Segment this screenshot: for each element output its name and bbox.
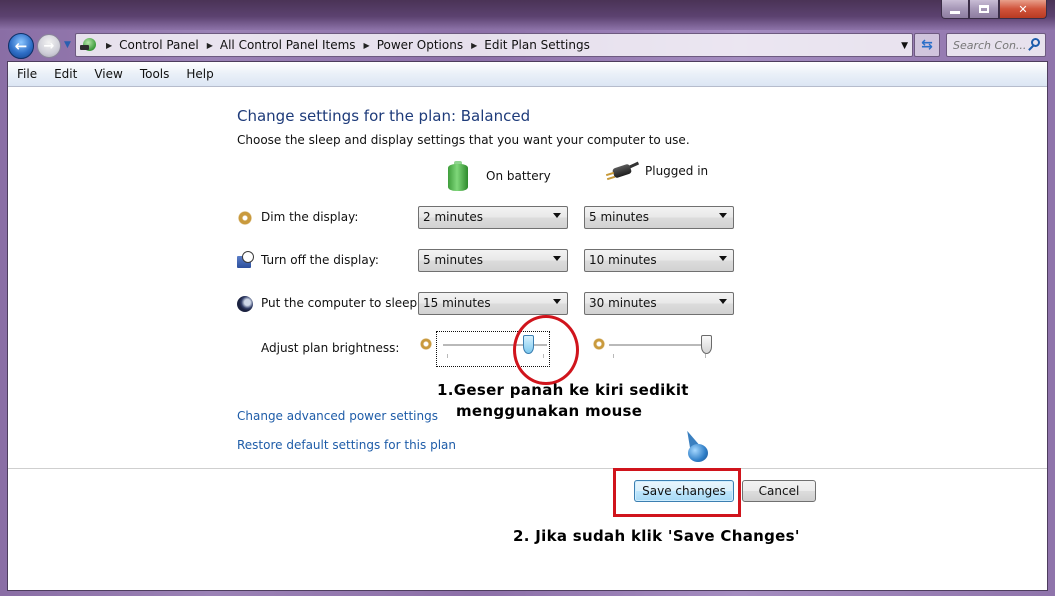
search-box[interactable]	[946, 33, 1046, 57]
back-arrow-icon: ←	[14, 37, 28, 55]
page-title: Change settings for the plan: Balanced	[237, 107, 531, 125]
selected-value: 5 minutes	[589, 210, 650, 224]
search-input[interactable]	[953, 38, 1027, 52]
close-button[interactable]: ✕	[999, 0, 1047, 19]
sleep-battery-select[interactable]: 15 minutes	[418, 292, 568, 315]
breadcrumb-separator-icon[interactable]: ▶	[364, 41, 370, 50]
search-icon[interactable]	[1027, 38, 1041, 52]
slider-tick	[705, 354, 706, 358]
highlight-rectangle	[613, 468, 741, 517]
sleep-plugged-select[interactable]: 30 minutes	[584, 292, 734, 315]
close-icon: ✕	[1018, 2, 1028, 16]
brightness-low-icon	[593, 338, 605, 350]
chevron-down-icon	[553, 299, 561, 304]
menu-tools[interactable]: Tools	[139, 65, 171, 83]
highlight-circle	[513, 315, 579, 385]
menu-file[interactable]: File	[16, 65, 38, 83]
menu-edit[interactable]: Edit	[53, 65, 78, 83]
selected-value: 10 minutes	[589, 253, 657, 267]
turn-off-display-battery-select[interactable]: 5 minutes	[418, 249, 568, 272]
title-bar[interactable]: ✕	[0, 0, 1055, 30]
breadcrumb-separator-icon[interactable]: ▶	[207, 41, 213, 50]
chevron-down-icon	[719, 256, 727, 261]
refresh-button[interactable]: ⇆	[914, 33, 940, 57]
refresh-icon: ⇆	[921, 37, 933, 53]
selected-value: 5 minutes	[423, 253, 484, 267]
forward-button[interactable]: →	[37, 34, 61, 58]
content-area: Change settings for the plan: Balanced C…	[8, 88, 1047, 592]
breadcrumb-control-panel[interactable]: Control Panel	[119, 38, 199, 52]
forward-arrow-icon: →	[43, 38, 55, 54]
column-header-battery: On battery	[448, 161, 551, 191]
minimize-icon	[950, 10, 960, 14]
breadcrumb-power-options[interactable]: Power Options	[377, 38, 463, 52]
navigation-bar: ← → ▼ ▶ Control Panel ▶ All Control Pane…	[0, 30, 1055, 60]
brightness-low-icon	[420, 338, 432, 350]
setting-row-dim-display: Dim the display: 2 minutes 5 minutes	[237, 206, 757, 230]
menu-help[interactable]: Help	[185, 65, 214, 83]
annotation-text: Geser panah ke kiri sedikit	[453, 381, 689, 399]
setting-row-sleep: Put the computer to sleep: 15 minutes 30…	[237, 292, 757, 316]
address-dropdown-icon[interactable]: ▼	[901, 41, 908, 51]
dim-display-plugged-select[interactable]: 5 minutes	[584, 206, 734, 229]
annotation-step1-line2: menggunakan mouse	[456, 402, 643, 420]
recent-pages-dropdown[interactable]: ▼	[64, 40, 71, 50]
dim-display-icon	[237, 210, 253, 226]
power-plug-icon	[605, 161, 640, 181]
setting-label: Turn off the display:	[261, 253, 379, 267]
chevron-down-icon	[719, 213, 727, 218]
page-subtitle: Choose the sleep and display settings th…	[237, 133, 690, 147]
address-bar[interactable]: ▶ Control Panel ▶ All Control Panel Item…	[75, 33, 913, 57]
footer-divider	[8, 468, 1047, 469]
cancel-button[interactable]: Cancel	[742, 480, 816, 502]
setting-row-turn-off-display: Turn off the display: 5 minutes 10 minut…	[237, 249, 757, 273]
turn-off-display-plugged-select[interactable]: 10 minutes	[584, 249, 734, 272]
sleep-icon	[237, 296, 253, 312]
column-header-plugged: Plugged in	[605, 161, 708, 181]
selected-value: 30 minutes	[589, 296, 657, 310]
battery-icon	[448, 161, 468, 191]
chevron-down-icon	[719, 299, 727, 304]
display-off-icon	[237, 251, 254, 268]
caption-buttons: ✕	[941, 0, 1047, 19]
setting-label: Dim the display:	[261, 210, 359, 224]
breadcrumb-separator-icon[interactable]: ▶	[471, 41, 477, 50]
power-options-icon	[80, 36, 98, 54]
change-advanced-settings-link[interactable]: Change advanced power settings	[237, 409, 438, 423]
annotation-step2: 2. Jika sudah klik 'Save Changes'	[513, 527, 800, 545]
maximize-icon	[979, 5, 989, 13]
menu-bar: File Edit View Tools Help	[8, 62, 1047, 87]
breadcrumb-all-items[interactable]: All Control Panel Items	[220, 38, 356, 52]
restore-defaults-link[interactable]: Restore default settings for this plan	[237, 438, 456, 452]
mouse-cursor-icon	[682, 428, 708, 466]
back-button[interactable]: ←	[8, 33, 34, 59]
setting-label: Put the computer to sleep:	[261, 296, 422, 310]
slider-track	[609, 344, 709, 346]
chevron-down-icon	[553, 256, 561, 261]
setting-row-brightness: Adjust plan brightness:	[237, 331, 757, 367]
setting-label: Adjust plan brightness:	[261, 341, 400, 355]
breadcrumb-separator-icon[interactable]: ▶	[106, 41, 112, 50]
selected-value: 15 minutes	[423, 296, 491, 310]
menu-view[interactable]: View	[93, 65, 123, 83]
breadcrumb-edit-plan[interactable]: Edit Plan Settings	[484, 38, 590, 52]
selected-value: 2 minutes	[423, 210, 484, 224]
annotation-step1: 1.Geser panah ke kiri sedikit	[437, 381, 689, 399]
dim-display-battery-select[interactable]: 2 minutes	[418, 206, 568, 229]
slider-thumb[interactable]	[701, 335, 712, 354]
slider-tick	[447, 354, 448, 358]
brightness-plugged-slider[interactable]	[609, 335, 713, 373]
slider-tick	[613, 354, 614, 358]
explorer-window: File Edit View Tools Help Change setting…	[7, 61, 1048, 591]
step-number: 1.	[437, 381, 454, 399]
column-label-battery: On battery	[486, 169, 551, 183]
column-label-plugged: Plugged in	[645, 164, 709, 178]
minimize-button[interactable]	[941, 0, 969, 19]
maximize-button[interactable]	[969, 0, 999, 19]
chevron-down-icon	[553, 213, 561, 218]
